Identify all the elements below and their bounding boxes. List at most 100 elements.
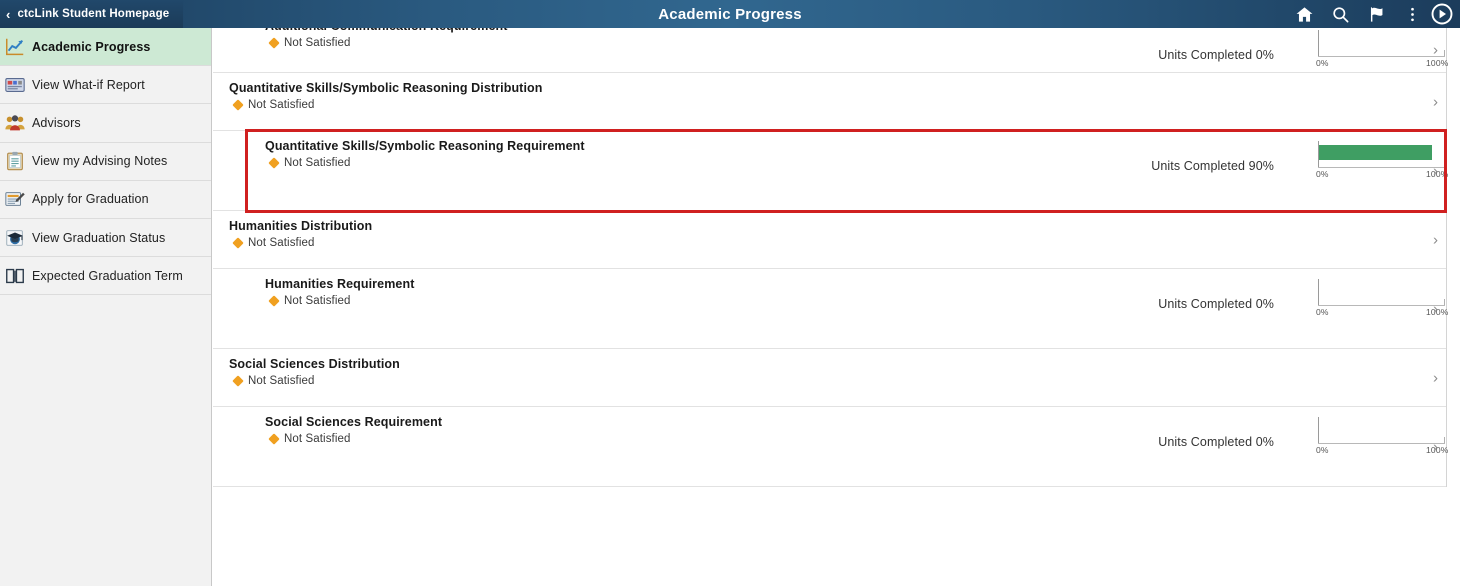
units-completed-cell: Units Completed 90% [1006, 159, 1306, 175]
units-progress-chart: 0% 100% [1306, 28, 1448, 68]
requirement-status-label: Not Satisfied [284, 433, 351, 445]
requirements-list-panel[interactable]: Additional Communication Requirement Not … [213, 28, 1460, 586]
chart-max-tick [1444, 50, 1445, 56]
units-completed-cell: Units Completed 0% [1006, 435, 1306, 451]
home-icon[interactable] [1286, 0, 1322, 28]
sidebar-item-advisors[interactable]: Advisors [0, 104, 211, 143]
chart-max-tick [1444, 437, 1445, 443]
chart-y-axis [1318, 30, 1319, 56]
nav-bar-icon[interactable] [1430, 0, 1460, 28]
row-expand-chevron-icon[interactable]: › [1433, 232, 1438, 247]
requirement-title: Humanities Requirement [265, 277, 415, 291]
search-icon[interactable] [1322, 0, 1358, 28]
requirement-progress-group: Units Completed 0% 0% 100% [595, 28, 1448, 68]
requirement-text-block: Humanities Distribution Not Satisfied [229, 219, 559, 249]
chart-x-axis [1318, 167, 1445, 168]
requirement-status-label: Not Satisfied [284, 157, 351, 169]
sidebar-item-label: Apply for Graduation [32, 192, 149, 207]
requirement-row[interactable]: Humanities Distribution Not Satisfied › [213, 211, 1446, 269]
chart-axis-min-label: 0% [1316, 169, 1329, 179]
chevron-left-icon: ‹ [6, 6, 11, 22]
back-button-label: ctcLink Student Homepage [17, 8, 170, 20]
requirement-status-label: Not Satisfied [284, 37, 351, 49]
requirement-status: Not Satisfied [229, 99, 559, 111]
requirement-text-block: Quantitative Skills/Symbolic Reasoning R… [265, 139, 595, 169]
requirement-row[interactable]: Social Sciences Requirement Not Satisfied… [213, 407, 1448, 487]
requirement-progress-group [559, 81, 1446, 117]
requirement-row[interactable]: Quantitative Skills/Symbolic Reasoning D… [213, 73, 1446, 131]
requirement-status: Not Satisfied [265, 295, 595, 307]
sidebar-item-label: View my Advising Notes [32, 154, 168, 169]
sidebar-item-expected-graduation-term[interactable]: Expected Graduation Term [0, 257, 211, 296]
sidebar-item-label: Advisors [32, 115, 81, 130]
sidebar-item-apply-for-graduation[interactable]: Apply for Graduation [0, 180, 211, 219]
requirement-row[interactable]: Additional Communication Requirement Not … [213, 28, 1448, 73]
report-screen-icon [2, 72, 28, 98]
header-actions [1286, 0, 1460, 28]
requirement-progress-group: Units Completed 90% 0% 100% [595, 139, 1448, 179]
not-satisfied-diamond-icon [268, 295, 280, 307]
sidebar-item-label: Expected Graduation Term [32, 268, 183, 283]
sidebar-item-view-graduation-status[interactable]: View Graduation Status [0, 218, 211, 258]
row-expand-chevron-icon[interactable]: › [1433, 94, 1438, 109]
kebab-menu-icon[interactable] [1394, 0, 1430, 28]
row-expand-chevron-icon[interactable]: › [1433, 370, 1438, 385]
row-expand-chevron-icon[interactable]: › [1433, 301, 1438, 316]
requirement-text-block: Additional Communication Requirement Not … [265, 28, 595, 49]
requirement-status: Not Satisfied [265, 157, 595, 169]
requirement-title: Social Sciences Requirement [265, 415, 443, 429]
not-satisfied-diamond-icon [232, 99, 244, 111]
requirement-text-block: Social Sciences Requirement Not Satisfied [265, 415, 595, 445]
chart-max-tick [1444, 299, 1445, 305]
people-icon [2, 110, 28, 136]
row-expand-chevron-icon[interactable]: › [1433, 163, 1438, 178]
sidebar-item-view-what-if-report[interactable]: View What-if Report [0, 66, 211, 105]
form-pencil-icon [2, 186, 28, 212]
units-completed-label: Units Completed 0% [1158, 435, 1274, 449]
progress-bar-fill [1319, 145, 1433, 160]
units-progress-chart [1306, 81, 1446, 117]
requirement-progress-group [559, 357, 1446, 393]
units-completed-cell [1006, 391, 1306, 393]
chart-axis-max-label: 100% [1426, 58, 1449, 68]
requirement-status-label: Not Satisfied [248, 99, 315, 111]
row-expand-chevron-icon[interactable]: › [1433, 439, 1438, 454]
sidebar-item-academic-progress[interactable]: Academic Progress [0, 28, 211, 67]
requirement-row[interactable]: Humanities Requirement Not Satisfied Units… [213, 269, 1448, 349]
chart-axis-min-label: 0% [1316, 58, 1329, 68]
line-chart-icon [2, 34, 28, 60]
units-completed-label: Units Completed 90% [1151, 159, 1274, 173]
units-progress-chart [1306, 219, 1446, 255]
chart-max-tick [1444, 161, 1445, 167]
sidebar-empty-space [0, 295, 211, 586]
units-progress-chart: 0% 100% [1306, 415, 1448, 455]
requirement-row[interactable]: Quantitative Skills/Symbolic Reasoning R… [213, 131, 1448, 211]
chart-axis-min-label: 0% [1316, 307, 1329, 317]
open-book-icon [2, 263, 28, 289]
left-sidebar-nav: Academic Progress View What-if Report Ad… [0, 28, 212, 586]
sidebar-item-label: View What-if Report [32, 77, 145, 92]
row-expand-chevron-icon[interactable]: › [1433, 43, 1438, 58]
requirement-status-label: Not Satisfied [248, 375, 315, 387]
requirement-status: Not Satisfied [265, 37, 595, 49]
requirement-status-label: Not Satisfied [284, 295, 351, 307]
units-progress-chart: 0% 100% [1306, 277, 1448, 317]
requirement-status: Not Satisfied [265, 433, 595, 445]
flag-icon[interactable] [1358, 0, 1394, 28]
clipboard-icon [2, 148, 28, 174]
requirement-title: Quantitative Skills/Symbolic Reasoning R… [265, 139, 585, 153]
chart-y-axis [1318, 279, 1319, 305]
units-completed-cell [1006, 115, 1306, 117]
back-to-homepage-button[interactable]: ‹ ctcLink Student Homepage [0, 0, 184, 28]
chart-x-axis [1318, 443, 1445, 444]
top-header-bar: ‹ ctcLink Student Homepage Academic Prog… [0, 0, 1460, 28]
requirement-progress-group: Units Completed 0% 0% 100% [595, 415, 1448, 455]
not-satisfied-diamond-icon [268, 433, 280, 445]
units-completed-label: Units Completed 0% [1158, 48, 1274, 62]
units-completed-cell: Units Completed 0% [1006, 48, 1306, 64]
requirement-status: Not Satisfied [229, 375, 559, 387]
graduation-cap-icon [2, 225, 28, 251]
requirement-row[interactable]: Social Sciences Distribution Not Satisfie… [213, 349, 1446, 407]
sidebar-item-view-my-advising-notes[interactable]: View my Advising Notes [0, 142, 211, 181]
requirement-text-block: Quantitative Skills/Symbolic Reasoning D… [229, 81, 559, 111]
